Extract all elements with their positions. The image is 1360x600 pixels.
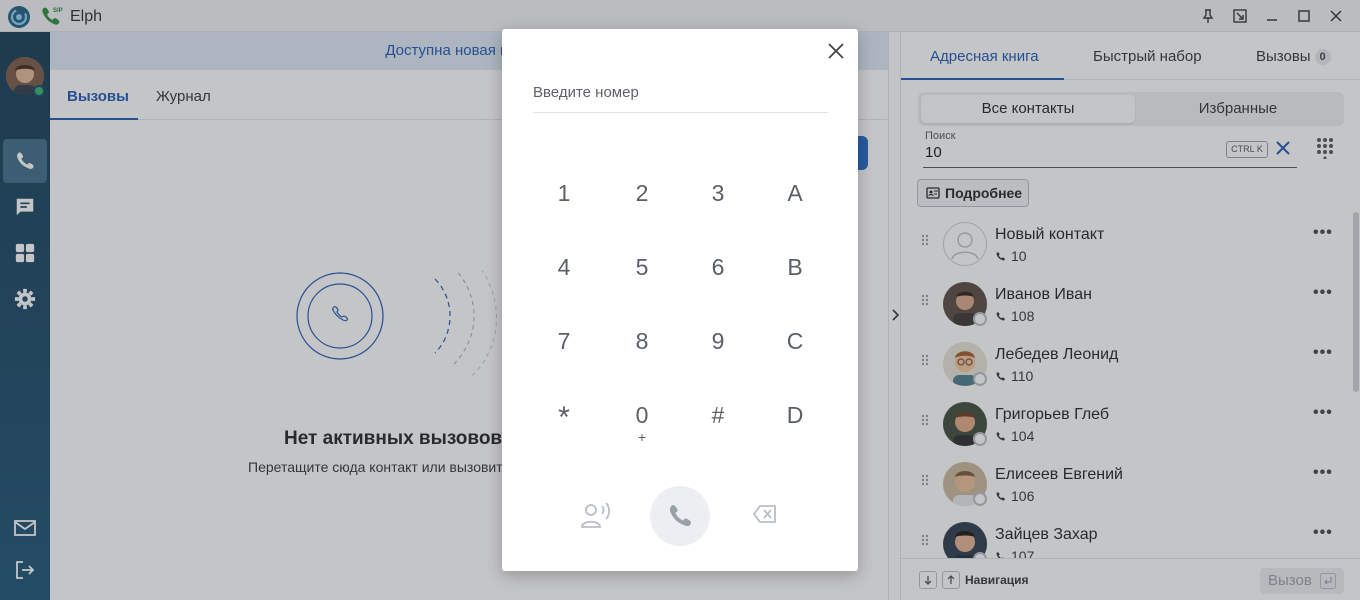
key-c[interactable]: C (765, 319, 825, 363)
key-8[interactable]: 8 (612, 319, 672, 363)
number-field (533, 81, 828, 113)
key-1[interactable]: 1 (534, 171, 594, 215)
key-2[interactable]: 2 (612, 171, 672, 215)
dial-call-button[interactable] (650, 486, 710, 546)
key-hash[interactable]: # (688, 393, 748, 437)
key-0-plus: + (637, 429, 647, 445)
key-5[interactable]: 5 (612, 245, 672, 289)
key-7[interactable]: 7 (534, 319, 594, 363)
key-9[interactable]: 9 (688, 319, 748, 363)
key-d[interactable]: D (765, 393, 825, 437)
key-6[interactable]: 6 (688, 245, 748, 289)
key-4[interactable]: 4 (534, 245, 594, 289)
key-3[interactable]: 3 (688, 171, 748, 215)
close-icon[interactable] (826, 41, 846, 61)
key-a[interactable]: A (765, 171, 825, 215)
dialer-dialog: 1 2 3 A 4 5 6 B 7 8 9 C * 0 + # D (502, 29, 858, 571)
backspace-icon[interactable] (752, 503, 778, 525)
key-b[interactable]: B (765, 245, 825, 289)
number-input[interactable] (533, 81, 828, 103)
voicemail-speaker-icon[interactable] (580, 501, 612, 529)
key-star[interactable]: * (534, 393, 594, 437)
phone-icon (666, 502, 694, 530)
